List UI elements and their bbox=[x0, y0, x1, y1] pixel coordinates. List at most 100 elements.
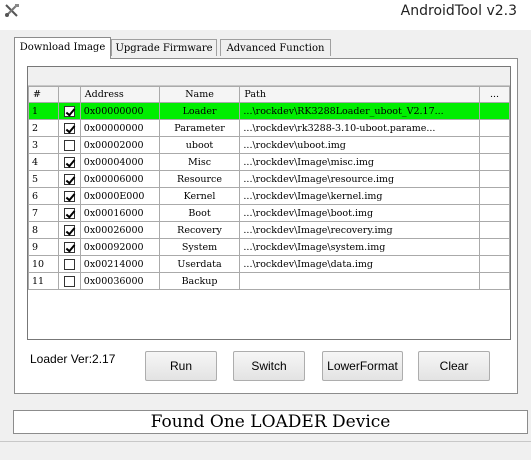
row-address[interactable]: 0x00036000 bbox=[79, 272, 160, 290]
tools-icon bbox=[5, 4, 19, 17]
row-browse-button[interactable] bbox=[479, 238, 510, 256]
col-more-header[interactable]: ... bbox=[479, 86, 510, 103]
col-index-header[interactable]: # bbox=[28, 86, 59, 103]
checkbox-checked-icon[interactable] bbox=[63, 224, 75, 236]
row-browse-button[interactable] bbox=[479, 153, 510, 171]
row-name: Userdata bbox=[158, 255, 241, 273]
row-name: Parameter bbox=[158, 119, 241, 137]
row-address[interactable]: 0x00000000 bbox=[79, 102, 160, 120]
row-name: Recovery bbox=[158, 221, 241, 239]
row-path[interactable]: ...\rockdev\uboot.img bbox=[239, 136, 481, 154]
row-index: 2 bbox=[28, 119, 59, 137]
row-checkbox[interactable] bbox=[57, 221, 81, 239]
row-browse-button[interactable] bbox=[479, 221, 510, 239]
row-address[interactable]: 0x00016000 bbox=[79, 204, 160, 222]
col-path-header[interactable]: Path bbox=[239, 86, 481, 103]
checkbox-checked-icon[interactable] bbox=[63, 190, 75, 202]
row-checkbox[interactable] bbox=[57, 170, 81, 188]
row-name: Loader bbox=[158, 102, 241, 120]
row-address[interactable]: 0x00214000 bbox=[79, 255, 160, 273]
row-checkbox[interactable] bbox=[57, 255, 81, 273]
table-row[interactable]: 9 0x00092000 System ...\rockdev\Image\sy… bbox=[28, 238, 510, 256]
checkbox-checked-icon[interactable] bbox=[63, 173, 75, 185]
row-checkbox[interactable] bbox=[57, 102, 81, 120]
table-row[interactable]: 8 0x00026000 Recovery ...\rockdev\Image\… bbox=[28, 221, 510, 239]
row-browse-button[interactable] bbox=[479, 204, 510, 222]
checkbox-unchecked-icon[interactable] bbox=[63, 139, 75, 151]
run-button[interactable]: Run bbox=[145, 351, 217, 381]
row-path[interactable]: ...\rockdev\Image\data.img bbox=[239, 255, 481, 273]
row-browse-button[interactable] bbox=[479, 119, 510, 137]
row-browse-button[interactable] bbox=[479, 187, 510, 205]
row-address[interactable]: 0x00000000 bbox=[79, 119, 160, 137]
row-address[interactable]: 0x0000E000 bbox=[79, 187, 160, 205]
table-row[interactable]: 7 0x00016000 Boot ...\rockdev\Image\boot… bbox=[28, 204, 510, 222]
row-index: 11 bbox=[28, 272, 59, 290]
row-path[interactable] bbox=[239, 272, 481, 290]
row-path[interactable]: ...\rockdev\rk3288-3.10-uboot.parame... bbox=[239, 119, 481, 137]
row-path[interactable]: ...\rockdev\Image\system.img bbox=[239, 238, 481, 256]
lower-format-button[interactable]: LowerFormat bbox=[322, 351, 403, 381]
table-row[interactable]: 6 0x0000E000 Kernel ...\rockdev\Image\ke… bbox=[28, 187, 510, 205]
clear-button[interactable]: Clear bbox=[418, 351, 490, 381]
row-checkbox[interactable] bbox=[57, 204, 81, 222]
row-checkbox[interactable] bbox=[57, 187, 81, 205]
table-row[interactable]: 1 0x00000000 Loader ...\rockdev\RK3288Lo… bbox=[28, 102, 510, 120]
table-top-strip bbox=[28, 67, 510, 86]
checkbox-checked-icon[interactable] bbox=[63, 207, 75, 219]
checkbox-checked-icon[interactable] bbox=[63, 156, 75, 168]
tab-upgrade-firmware[interactable]: Upgrade Firmware bbox=[111, 39, 217, 56]
image-table[interactable]: # Address Name Path ... 1 0x00000000 Loa… bbox=[27, 66, 511, 340]
row-index: 10 bbox=[28, 255, 59, 273]
row-path[interactable]: ...\rockdev\Image\recovery.img bbox=[239, 221, 481, 239]
row-address[interactable]: 0x00092000 bbox=[79, 238, 160, 256]
row-path[interactable]: ...\rockdev\Image\kernel.img bbox=[239, 187, 481, 205]
row-browse-button[interactable] bbox=[479, 170, 510, 188]
row-path[interactable]: ...\rockdev\Image\misc.img bbox=[239, 153, 481, 171]
table-row[interactable]: 2 0x00000000 Parameter ...\rockdev\rk328… bbox=[28, 119, 510, 137]
row-browse-button[interactable] bbox=[479, 255, 510, 273]
row-checkbox[interactable] bbox=[57, 272, 81, 290]
checkbox-checked-icon[interactable] bbox=[63, 122, 75, 134]
row-checkbox[interactable] bbox=[57, 153, 81, 171]
table-row[interactable]: 3 0x00002000 uboot ...\rockdev\uboot.img bbox=[28, 136, 510, 154]
tab-advanced-function[interactable]: Advanced Function bbox=[220, 39, 331, 56]
table-row[interactable]: 10 0x00214000 Userdata ...\rockdev\Image… bbox=[28, 255, 510, 273]
row-path[interactable]: ...\rockdev\RK3288Loader_uboot_V2.17... bbox=[239, 102, 481, 120]
row-address[interactable]: 0x00004000 bbox=[79, 153, 160, 171]
row-name: Resource bbox=[158, 170, 241, 188]
row-browse-button[interactable] bbox=[479, 102, 510, 120]
row-name: Misc bbox=[158, 153, 241, 171]
checkbox-unchecked-icon[interactable] bbox=[63, 275, 75, 287]
row-index: 9 bbox=[28, 238, 59, 256]
row-index: 6 bbox=[28, 187, 59, 205]
row-name: uboot bbox=[158, 136, 241, 154]
tab-download-image[interactable]: Download Image bbox=[14, 37, 111, 59]
table-row[interactable]: 5 0x00006000 Resource ...\rockdev\Image\… bbox=[28, 170, 510, 188]
row-browse-button[interactable] bbox=[479, 272, 510, 290]
row-checkbox[interactable] bbox=[57, 119, 81, 137]
row-name: Backup bbox=[158, 272, 241, 290]
col-name-header[interactable]: Name bbox=[158, 86, 241, 103]
row-browse-button[interactable] bbox=[479, 136, 510, 154]
col-check-header[interactable] bbox=[57, 86, 81, 103]
row-index: 4 bbox=[28, 153, 59, 171]
row-checkbox[interactable] bbox=[57, 238, 81, 256]
row-path[interactable]: ...\rockdev\Image\boot.img bbox=[239, 204, 481, 222]
table-row[interactable]: 11 0x00036000 Backup bbox=[28, 272, 510, 290]
row-index: 3 bbox=[28, 136, 59, 154]
row-name: System bbox=[158, 238, 241, 256]
row-path[interactable]: ...\rockdev\Image\resource.img bbox=[239, 170, 481, 188]
table-row[interactable]: 4 0x00004000 Misc ...\rockdev\Image\misc… bbox=[28, 153, 510, 171]
row-address[interactable]: 0x00026000 bbox=[79, 221, 160, 239]
title-bar: AndroidTool v2.3 bbox=[0, 0, 531, 30]
row-checkbox[interactable] bbox=[57, 136, 81, 154]
checkbox-unchecked-icon[interactable] bbox=[63, 258, 75, 270]
checkbox-checked-icon[interactable] bbox=[63, 105, 75, 117]
col-address-header[interactable]: Address bbox=[79, 86, 160, 103]
status-message: Found One LOADER Device bbox=[13, 410, 528, 434]
row-address[interactable]: 0x00002000 bbox=[79, 136, 160, 154]
switch-button[interactable]: Switch bbox=[233, 351, 305, 381]
row-address[interactable]: 0x00006000 bbox=[79, 170, 160, 188]
checkbox-checked-icon[interactable] bbox=[63, 241, 75, 253]
